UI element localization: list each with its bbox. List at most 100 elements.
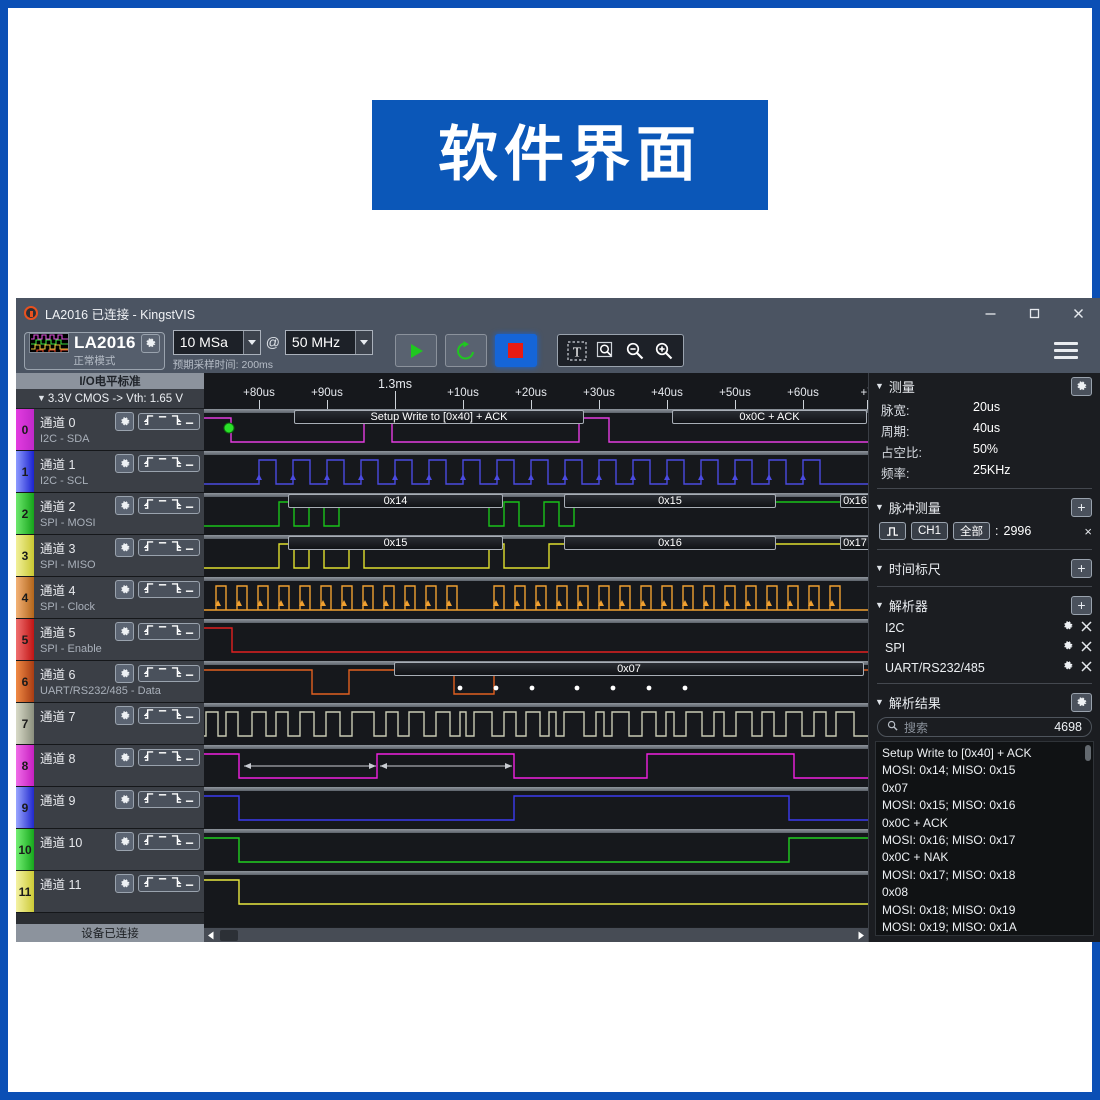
run-button[interactable] [394, 334, 437, 367]
channel-settings-gear-icon[interactable] [115, 412, 134, 431]
high-level-icon[interactable] [158, 875, 168, 893]
high-level-icon[interactable] [158, 413, 168, 431]
rising-edge-icon[interactable] [142, 707, 155, 725]
rising-edge-icon[interactable] [142, 497, 155, 515]
high-level-icon[interactable] [158, 791, 168, 809]
caret-down-icon[interactable]: ▼ [875, 502, 884, 512]
chevron-down-icon[interactable] [354, 330, 372, 354]
results-scroll-thumb[interactable] [1085, 745, 1091, 761]
decode-result-line[interactable]: MOSI: 0x17; MISO: 0x18 [882, 867, 1087, 884]
decode-result-line[interactable]: 0x0C + NAK [882, 849, 1087, 866]
stop-button[interactable] [494, 334, 537, 367]
pulse-measurement-row[interactable]: CH1 全部 : 2996 × [869, 520, 1100, 544]
low-level-icon[interactable] [185, 539, 195, 557]
falling-edge-icon[interactable] [171, 749, 182, 767]
text-tool-icon[interactable]: T [566, 340, 588, 362]
channel-row-7[interactable]: 7 通道 7 [16, 703, 204, 745]
decode-annotation[interactable]: Setup Write to [0x40] + ACK [294, 410, 584, 424]
caret-down-icon[interactable]: ▼ [875, 697, 884, 707]
low-level-icon[interactable] [185, 791, 195, 809]
measure-section-header[interactable]: ▼ 测量 [869, 373, 1100, 399]
waveform-lane-11[interactable] [204, 871, 868, 913]
rising-edge-icon[interactable] [142, 623, 155, 641]
high-level-icon[interactable] [158, 749, 168, 767]
rising-edge-icon[interactable] [142, 749, 155, 767]
loop-run-button[interactable] [444, 334, 487, 367]
decode-result-line[interactable]: MOSI: 0x14; MISO: 0x15 [882, 762, 1087, 779]
decode-result-line[interactable]: MOSI: 0x16; MISO: 0x17 [882, 832, 1087, 849]
channel-row-5[interactable]: 5 通道 5 SPI - Enable [16, 619, 204, 661]
channel-edge-trigger-group[interactable] [138, 581, 200, 598]
channel-index-tag[interactable]: 3 [16, 535, 34, 576]
channel-edge-trigger-group[interactable] [138, 749, 200, 766]
decoder-settings-gear-icon[interactable] [1062, 659, 1074, 677]
low-level-icon[interactable] [185, 623, 195, 641]
low-level-icon[interactable] [185, 833, 195, 851]
low-level-icon[interactable] [185, 413, 195, 431]
low-level-icon[interactable] [185, 455, 195, 473]
channel-edge-trigger-group[interactable] [138, 833, 200, 850]
waveform-lane-4[interactable] [204, 577, 868, 619]
zoom-fit-icon[interactable] [595, 340, 617, 362]
channel-settings-gear-icon[interactable] [115, 580, 134, 599]
high-level-icon[interactable] [158, 581, 168, 599]
decode-results-list[interactable]: Setup Write to [0x40] + ACK MOSI: 0x14; M… [875, 741, 1094, 936]
waveform-lane-0[interactable]: Setup Write to [0x40] + ACK 0x0C + ACK [204, 409, 868, 451]
sample-rate-select[interactable]: 50 MHz [284, 329, 373, 355]
close-button[interactable] [1056, 298, 1100, 328]
channel-edge-trigger-group[interactable] [138, 707, 200, 724]
decoder-remove-icon[interactable] [1081, 619, 1092, 637]
low-level-icon[interactable] [185, 875, 195, 893]
pulse-remove-button[interactable]: × [1084, 524, 1092, 539]
falling-edge-icon[interactable] [171, 623, 182, 641]
falling-edge-icon[interactable] [171, 707, 182, 725]
decode-annotation[interactable]: 0x17 [840, 536, 868, 550]
decoder-add-button[interactable]: + [1071, 595, 1092, 615]
low-level-icon[interactable] [185, 497, 195, 515]
rising-edge-icon[interactable] [142, 581, 155, 599]
rising-edge-icon[interactable] [142, 791, 155, 809]
timescale-section-header[interactable]: ▼ 时间标尺 + [869, 555, 1100, 581]
falling-edge-icon[interactable] [171, 833, 182, 851]
channel-settings-gear-icon[interactable] [115, 454, 134, 473]
waveform-lane-1[interactable] [204, 451, 868, 493]
high-level-icon[interactable] [158, 665, 168, 683]
pulse-channel-pill[interactable]: CH1 [911, 522, 949, 540]
channel-row-9[interactable]: 9 通道 9 [16, 787, 204, 829]
waveform-lane-10[interactable] [204, 829, 868, 871]
rising-edge-icon[interactable] [142, 833, 155, 851]
horizontal-scrollbar[interactable] [204, 927, 868, 942]
zoom-out-icon[interactable] [624, 340, 646, 362]
falling-edge-icon[interactable] [171, 539, 182, 557]
decode-annotation[interactable]: 0x0C + ACK [672, 410, 867, 424]
channel-edge-trigger-group[interactable] [138, 665, 200, 682]
channel-edge-trigger-group[interactable] [138, 791, 200, 808]
channel-index-tag[interactable]: 1 [16, 451, 34, 492]
channel-index-tag[interactable]: 8 [16, 745, 34, 786]
measure-settings-gear-icon[interactable] [1071, 376, 1092, 396]
decode-annotation[interactable]: 0x15 [564, 494, 776, 508]
channel-index-tag[interactable]: 10 [16, 829, 34, 870]
decode-result-line[interactable]: MOSI: 0x19; MISO: 0x1A [882, 919, 1087, 935]
channel-settings-gear-icon[interactable] [115, 706, 134, 725]
rising-edge-icon[interactable] [142, 539, 155, 557]
pulse-add-button[interactable]: + [1071, 497, 1092, 517]
minimize-button[interactable] [968, 298, 1012, 328]
rising-edge-icon[interactable] [142, 413, 155, 431]
scroll-right-button[interactable] [853, 928, 868, 943]
scroll-left-button[interactable] [204, 928, 219, 943]
falling-edge-icon[interactable] [171, 497, 182, 515]
waveform-area[interactable]: +80us +90us 1.3ms +10us +20us +30us +40us +50us… [204, 373, 868, 942]
channel-row-3[interactable]: 3 通道 3 SPI - MISO [16, 535, 204, 577]
low-level-icon[interactable] [185, 665, 195, 683]
falling-edge-icon[interactable] [171, 791, 182, 809]
rising-edge-icon[interactable] [142, 665, 155, 683]
decode-result-line[interactable]: MOSI: 0x15; MISO: 0x16 [882, 797, 1087, 814]
channel-row-6[interactable]: 6 通道 6 UART/RS232/485 - Data [16, 661, 204, 703]
channel-index-tag[interactable]: 6 [16, 661, 34, 702]
decode-annotation[interactable]: 0x16 [840, 494, 868, 508]
decoder-row[interactable]: UART/RS232/485 [869, 658, 1100, 678]
pulse-scope-pill[interactable]: 全部 [953, 522, 991, 540]
decode-annotation[interactable]: 0x07 [394, 662, 864, 676]
results-settings-gear-icon[interactable] [1071, 692, 1092, 712]
